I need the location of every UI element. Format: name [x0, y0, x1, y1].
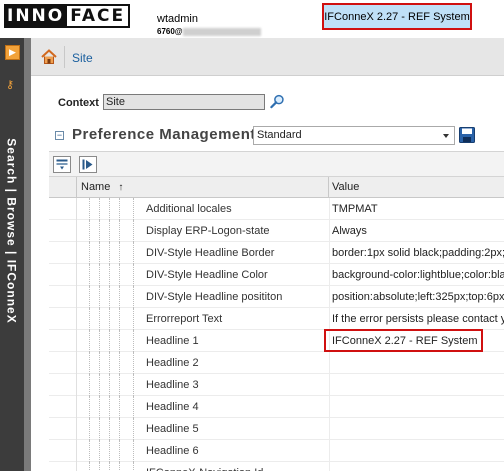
section-title: Preference Management	[72, 126, 256, 143]
tree-indent-lines	[89, 418, 144, 440]
row-selector[interactable]	[49, 286, 77, 308]
expand-tree-button[interactable]	[79, 156, 97, 173]
table-toolbar	[49, 151, 504, 177]
row-selector[interactable]	[49, 330, 77, 352]
side-nav-label[interactable]: Search | Browse | IFConneX	[2, 138, 22, 324]
row-selector[interactable]	[49, 308, 77, 330]
table-row[interactable]: DIV-Style Headline posititon position:abs…	[49, 286, 504, 308]
breadcrumb-separator	[64, 46, 65, 68]
table-row[interactable]: Headline 5	[49, 418, 504, 440]
preference-value[interactable]: TMPMAT	[332, 198, 378, 220]
column-name-label: Name	[81, 181, 111, 193]
preference-value[interactable]: background-color:lightblue;color:bla	[332, 264, 504, 286]
row-selector[interactable]	[49, 418, 77, 440]
side-navigation-bar: ▶ ⚷ Search | Browse | IFConneX	[0, 38, 24, 471]
table-header: Name ↑ Value	[49, 177, 504, 198]
table-row[interactable]: Display ERP-Logon-state Always	[49, 220, 504, 242]
tree-indent-lines	[89, 352, 144, 374]
select-column-header	[49, 177, 77, 198]
filter-rows-button[interactable]	[53, 156, 71, 173]
tree-indent-lines	[89, 242, 144, 264]
preference-name: Headline 6	[146, 445, 199, 457]
table-row[interactable]: Headline 6	[49, 440, 504, 462]
sort-ascending-icon[interactable]: ↑	[118, 182, 123, 193]
row-selector[interactable]	[49, 374, 77, 396]
preference-value[interactable]: position:absolute;left:325px;top:6px	[332, 286, 504, 308]
redacted-text	[182, 27, 261, 36]
preference-name: Additional locales	[146, 203, 232, 215]
top-header: INNO FACE wtadmin 6760@ IFConneX 2.27 - …	[0, 0, 504, 38]
filter-icon	[56, 159, 68, 170]
table-row[interactable]: Headline 2	[49, 352, 504, 374]
key-icon[interactable]: ⚷	[6, 78, 14, 91]
table-row[interactable]: Headline 4	[49, 396, 504, 418]
tree-indent-lines	[89, 220, 144, 242]
row-selector[interactable]	[49, 264, 77, 286]
row-selector[interactable]	[49, 352, 77, 374]
preference-value[interactable]: If the error persists please contact y	[332, 308, 504, 330]
row-selector[interactable]	[49, 198, 77, 220]
row-selector[interactable]	[49, 242, 77, 264]
context-input[interactable]: Site	[103, 94, 265, 110]
tree-indent-lines	[89, 308, 144, 330]
preference-name: Errorreport Text	[146, 313, 223, 325]
preference-name: DIV-Style Headline posititon	[146, 291, 283, 303]
column-header-value[interactable]: Value	[332, 177, 359, 198]
highlight-annotation	[324, 329, 483, 352]
tree-indent-lines	[89, 330, 144, 352]
table-row[interactable]: Additional locales TMPMAT	[49, 198, 504, 220]
preference-name: Display ERP-Logon-state	[146, 225, 270, 237]
floppy-disk-icon[interactable]	[459, 127, 475, 143]
column-header-name[interactable]: Name ↑	[77, 177, 329, 198]
tree-indent-lines	[89, 198, 144, 220]
table-row[interactable]: Headline 3	[49, 374, 504, 396]
tree-indent-lines	[89, 286, 144, 308]
tree-indent-lines	[89, 396, 144, 418]
tree-indent-lines	[89, 440, 144, 462]
preference-value[interactable]: border:1px solid black;padding:2px;	[332, 242, 504, 264]
magnifier-icon[interactable]	[270, 94, 285, 109]
table-row[interactable]: DIV-Style Headline Color background-color…	[49, 264, 504, 286]
tree-indent-lines	[89, 462, 144, 471]
side-nav-label-text: Search | Browse | IFConneX	[5, 138, 20, 324]
preference-name: Headline 1	[146, 335, 199, 347]
row-selector[interactable]	[49, 220, 77, 242]
preference-name: Headline 2	[146, 357, 199, 369]
logo-right-text: FACE	[67, 4, 131, 28]
preference-value[interactable]: Always	[332, 220, 367, 242]
table-row[interactable]: Errorreport Text If the error persists pl…	[49, 308, 504, 330]
collapse-section-icon[interactable]: −	[55, 131, 64, 140]
tree-indent-lines	[89, 264, 144, 286]
preference-name: IFConneX-Navigation Id	[146, 462, 263, 471]
preference-name: DIV-Style Headline Border	[146, 247, 275, 259]
expand-panel-icon[interactable]: ▶	[5, 45, 20, 60]
username-label: wtadmin	[157, 13, 198, 25]
table-row[interactable]: IFConneX-Navigation Id	[49, 462, 504, 471]
breadcrumb: Site	[31, 38, 504, 76]
row-selector[interactable]	[49, 440, 77, 462]
chevron-down-icon	[443, 134, 449, 138]
sidebar-splitter[interactable]	[24, 38, 31, 471]
logo-left-text: INNO	[4, 4, 68, 28]
row-selector[interactable]	[49, 396, 77, 418]
preference-name: Headline 3	[146, 379, 199, 391]
preference-name: DIV-Style Headline Color	[146, 269, 268, 281]
expand-right-icon	[82, 159, 93, 170]
tree-indent-lines	[89, 374, 144, 396]
profile-select-value: Standard	[257, 129, 302, 141]
breadcrumb-site-link[interactable]: Site	[72, 51, 93, 65]
preference-name: Headline 5	[146, 423, 199, 435]
system-headline-badge: IFConneX 2.27 - REF System	[322, 3, 472, 30]
table-row[interactable]: DIV-Style Headline Border border:1px soli…	[49, 242, 504, 264]
innoface-logo: INNO FACE	[4, 4, 131, 28]
context-label: Context	[58, 97, 99, 109]
user-account-prefix: 6760@	[157, 27, 183, 36]
home-icon[interactable]	[41, 49, 57, 65]
preference-name: Headline 4	[146, 401, 199, 413]
row-selector[interactable]	[49, 462, 77, 471]
user-account-label: 6760@	[157, 27, 261, 36]
profile-select[interactable]: Standard	[253, 126, 455, 145]
